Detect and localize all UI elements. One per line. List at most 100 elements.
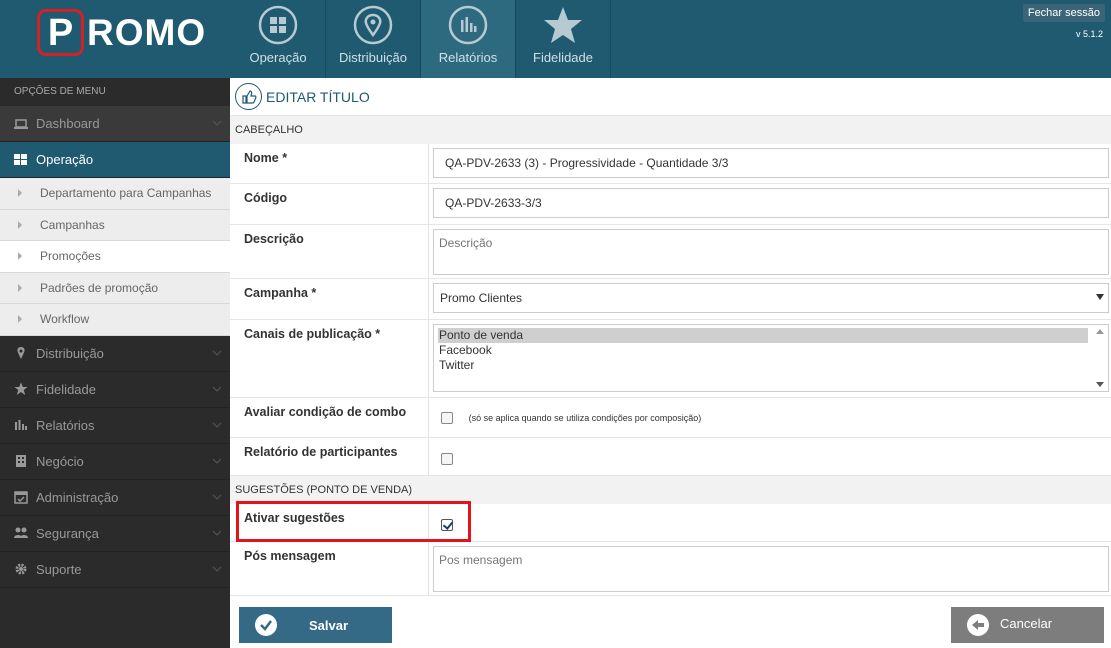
combo-checkbox[interactable] bbox=[441, 411, 453, 424]
submenu-item[interactable]: Departamento para Campanhas bbox=[0, 178, 230, 210]
sidebar-item-dashboard[interactable]: Dashboard bbox=[0, 106, 230, 142]
sidebar: OPÇÕES DE MENU Dashboard Operação Depart… bbox=[0, 78, 230, 648]
logout-button[interactable]: Fechar sessão bbox=[1022, 4, 1105, 22]
nav-relatorios[interactable]: Relatórios bbox=[421, 0, 516, 78]
sidebar-item-label: Distribuição bbox=[36, 345, 104, 361]
descricao-textarea[interactable] bbox=[433, 229, 1109, 275]
field-label: Relatório de participantes bbox=[230, 438, 429, 475]
form-row-combo: Avaliar condição de combo (só se aplica … bbox=[230, 398, 1111, 438]
chevron-down-icon bbox=[212, 494, 222, 500]
field-label: Canais de publicação * bbox=[230, 320, 429, 397]
star-icon bbox=[14, 382, 28, 395]
caret-down-icon bbox=[1096, 294, 1104, 300]
chevron-down-icon bbox=[212, 566, 222, 572]
sidebar-item-label: Fidelidade bbox=[36, 381, 96, 397]
logo-text: ROMO bbox=[87, 12, 207, 53]
field-label: Campanha * bbox=[230, 279, 429, 319]
top-nav: Operação Distribuição Relatórios Fidelid… bbox=[231, 0, 611, 78]
users-icon bbox=[14, 527, 28, 538]
submenu-item-active[interactable]: Promoções bbox=[0, 241, 230, 273]
star-icon bbox=[544, 7, 582, 43]
submenu-item[interactable]: Padrões de promoção bbox=[0, 273, 230, 304]
form-row-descricao: Descrição bbox=[230, 225, 1111, 279]
sidebar-item-label: Operação bbox=[36, 152, 94, 167]
participantes-checkbox[interactable] bbox=[441, 452, 453, 465]
map-pin-icon bbox=[353, 5, 393, 45]
canais-listbox[interactable]: Ponto de venda Facebook Twitter bbox=[433, 324, 1109, 392]
version-label: v 5.1.2 bbox=[1075, 29, 1103, 39]
sidebar-item-seguranca[interactable]: Segurança bbox=[0, 516, 230, 552]
nav-label: Operação bbox=[249, 50, 307, 65]
cancel-button[interactable]: Cancelar bbox=[951, 607, 1104, 643]
sidebar-item-distribuicao[interactable]: Distribuição bbox=[0, 336, 230, 372]
listbox-option-selected[interactable]: Ponto de venda bbox=[438, 328, 1088, 343]
form-row-participantes: Relatório de participantes bbox=[230, 438, 1111, 476]
arrow-left-icon bbox=[967, 614, 989, 636]
sidebar-item-relatorios[interactable]: Relatórios bbox=[0, 408, 230, 444]
form-row-nome: Nome * bbox=[230, 144, 1111, 184]
nav-label: Distribuição bbox=[339, 50, 407, 65]
chevron-down-icon bbox=[212, 458, 222, 464]
chevron-down-icon bbox=[212, 530, 222, 536]
campanha-select[interactable]: Promo Clientes bbox=[433, 283, 1109, 313]
calendar-icon bbox=[14, 491, 28, 504]
nav-distribuicao[interactable]: Distribuição bbox=[326, 0, 421, 78]
caret-right-icon bbox=[18, 283, 22, 292]
nav-fidelidade[interactable]: Fidelidade bbox=[516, 0, 611, 78]
sidebar-item-operacao[interactable]: Operação bbox=[0, 142, 230, 178]
chevron-down-icon bbox=[212, 422, 222, 428]
field-label: Pós mensagem bbox=[230, 542, 429, 595]
scroll-down-icon[interactable] bbox=[1096, 382, 1104, 387]
nome-input[interactable] bbox=[433, 148, 1109, 178]
sidebar-item-suporte[interactable]: Suporte bbox=[0, 552, 230, 588]
grid-icon bbox=[14, 153, 27, 165]
main-content: EDITAR TÍTULO CABEÇALHO Nome * Código De… bbox=[230, 78, 1111, 648]
listbox-option[interactable]: Twitter bbox=[438, 358, 1088, 373]
field-label: Ativar sugestões bbox=[230, 504, 429, 541]
chevron-down-icon bbox=[212, 120, 222, 126]
app-header: P ROMO Operação Distribuição Relatórios … bbox=[0, 0, 1111, 78]
field-label: Descrição bbox=[230, 225, 429, 278]
submenu-item-label: Padrões de promoção bbox=[40, 280, 159, 295]
bar-chart-icon bbox=[448, 5, 488, 45]
sugestoes-checkbox[interactable] bbox=[441, 518, 453, 531]
sidebar-item-administracao[interactable]: Administração bbox=[0, 480, 230, 516]
submenu: Departamento para Campanhas Campanhas Pr… bbox=[0, 178, 230, 336]
submenu-item[interactable]: Workflow bbox=[0, 304, 230, 336]
caret-right-icon bbox=[18, 189, 22, 198]
form-row-pos-mensagem: Pós mensagem bbox=[230, 542, 1111, 596]
scroll-up-icon[interactable] bbox=[1096, 329, 1104, 334]
nav-label: Fidelidade bbox=[533, 50, 593, 65]
chevron-down-icon bbox=[212, 350, 222, 356]
sidebar-item-label: Relatórios bbox=[36, 417, 95, 433]
map-pin-icon bbox=[17, 347, 25, 359]
sidebar-item-fidelidade[interactable]: Fidelidade bbox=[0, 372, 230, 408]
sidebar-item-label: Dashboard bbox=[36, 116, 100, 131]
logo[interactable]: P ROMO bbox=[0, 0, 230, 78]
gear-icon bbox=[15, 563, 27, 575]
caret-right-icon bbox=[18, 315, 22, 324]
form-row-sugestoes: Ativar sugestões bbox=[230, 504, 1111, 542]
submenu-item-label: Departamento para Campanhas bbox=[40, 186, 212, 201]
submenu-item-label: Campanhas bbox=[40, 217, 105, 232]
laptop-icon bbox=[14, 118, 28, 129]
pos-mensagem-textarea[interactable] bbox=[433, 546, 1109, 592]
check-icon bbox=[255, 614, 277, 636]
combo-note: (só se aplica quando se utiliza condiçõe… bbox=[468, 412, 702, 423]
sidebar-item-negocio[interactable]: Negócio bbox=[0, 444, 230, 480]
page-header: EDITAR TÍTULO bbox=[230, 78, 1111, 116]
nav-operacao[interactable]: Operação bbox=[231, 0, 326, 78]
thumbs-up-icon bbox=[235, 83, 262, 110]
page-title: EDITAR TÍTULO bbox=[266, 88, 370, 105]
caret-right-icon bbox=[18, 220, 22, 229]
field-label: Código bbox=[230, 184, 429, 224]
submenu-item[interactable]: Campanhas bbox=[0, 210, 230, 241]
field-label: Avaliar condição de combo bbox=[230, 398, 429, 437]
form-row-codigo: Código bbox=[230, 184, 1111, 225]
listbox-option[interactable]: Facebook bbox=[438, 343, 1088, 358]
field-label: Nome * bbox=[230, 144, 429, 183]
save-button[interactable]: Salvar bbox=[239, 607, 392, 643]
codigo-input[interactable] bbox=[433, 188, 1109, 218]
form-row-canais: Canais de publicação * Ponto de venda Fa… bbox=[230, 320, 1111, 398]
form-row-campanha: Campanha * Promo Clientes bbox=[230, 279, 1111, 320]
